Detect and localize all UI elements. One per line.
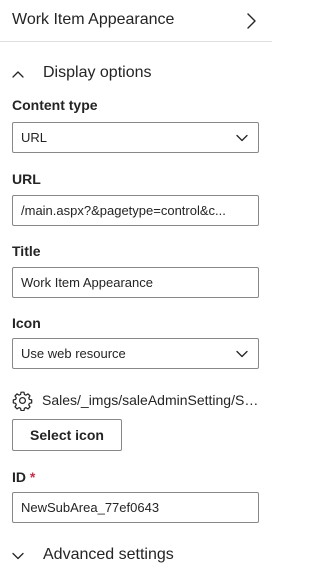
chevron-down-icon	[12, 552, 24, 560]
required-marker: *	[29, 469, 36, 485]
url-label: URL	[12, 171, 41, 187]
display-options-label: Display options	[43, 64, 152, 81]
icon-label: Icon	[12, 315, 41, 331]
id-value: NewSubArea_77ef0643	[21, 500, 160, 515]
icon-dropdown[interactable]: Use web resource	[12, 338, 259, 369]
content-type-dropdown[interactable]: URL	[12, 122, 259, 153]
content-type-label: Content type	[12, 97, 98, 113]
id-label: ID *	[12, 469, 35, 485]
select-icon-button[interactable]: Select icon	[12, 419, 122, 451]
id-label-text: ID	[12, 469, 26, 485]
selected-icon-path: Sales/_imgs/saleAdminSetting/Se...	[42, 392, 260, 408]
url-value: /main.aspx?&pagetype=control&c...	[21, 203, 226, 218]
content-type-value: URL	[21, 130, 48, 145]
advanced-settings-label: Advanced settings	[43, 546, 174, 563]
gear-icon	[12, 391, 33, 411]
chevron-down-icon	[236, 134, 248, 142]
display-options-toggle[interactable]: Display options	[0, 59, 272, 89]
selected-icon-row: Sales/_imgs/saleAdminSetting/Se...	[12, 390, 262, 412]
chevron-up-icon	[12, 71, 24, 78]
advanced-settings-toggle[interactable]: Advanced settings	[0, 541, 272, 571]
icon-value: Use web resource	[21, 346, 126, 361]
title-value: Work Item Appearance	[21, 275, 153, 290]
title-label: Title	[12, 243, 41, 259]
panel-header: Work Item Appearance	[0, 0, 272, 42]
title-input[interactable]: Work Item Appearance	[12, 267, 259, 298]
url-input[interactable]: /main.aspx?&pagetype=control&c...	[12, 195, 259, 226]
chevron-right-icon[interactable]	[238, 8, 264, 34]
id-input[interactable]: NewSubArea_77ef0643	[12, 492, 259, 523]
chevron-down-icon	[236, 350, 248, 358]
panel-title: Work Item Appearance	[12, 11, 175, 28]
